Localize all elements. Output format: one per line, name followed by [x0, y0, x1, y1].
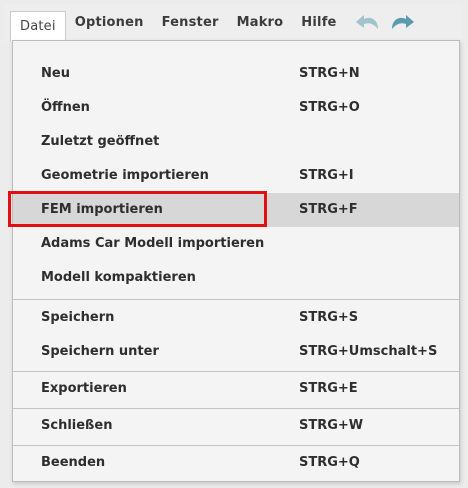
menu-item-label: Speichern unter — [41, 344, 159, 359]
menu-item-shortcut: STRG+S — [299, 310, 359, 325]
menu-item-label: Beenden — [41, 455, 106, 470]
menu-item-shortcut: STRG+E — [299, 381, 358, 396]
datei-dropdown-menu: Neu STRG+N Öffnen STRG+O Zuletzt geöffne… — [8, 40, 460, 482]
menu-item-zuletzt-geoeffnet[interactable]: Zuletzt geöffnet — [13, 125, 459, 159]
menu-bar: Datei Optionen Fenster Makro Hilfe — [4, 4, 462, 42]
menu-item-shortcut: STRG+W — [299, 418, 364, 433]
menu-item-label: Zuletzt geöffnet — [41, 134, 160, 149]
menu-fenster[interactable]: Fenster — [153, 9, 228, 37]
menu-item-shortcut: STRG+Umschalt+S — [299, 344, 438, 359]
menu-item-adams-car-modell-importieren[interactable]: Adams Car Modell importieren — [13, 227, 459, 261]
menu-item-label: Geometrie importieren — [41, 168, 209, 183]
menu-item-schliessen[interactable]: Schließen STRG+W — [13, 409, 459, 443]
menu-item-modell-kompaktieren[interactable]: Modell kompaktieren — [13, 261, 459, 295]
menu-item-shortcut: STRG+I — [299, 168, 354, 183]
menu-item-label: Öffnen — [41, 100, 90, 115]
menu-item-shortcut: STRG+O — [299, 100, 360, 115]
menu-makro[interactable]: Makro — [228, 9, 293, 37]
menu-separator — [13, 299, 459, 300]
menu-hilfe[interactable]: Hilfe — [292, 9, 345, 37]
menu-item-label: Modell kompaktieren — [41, 270, 196, 285]
redo-icon[interactable] — [388, 13, 416, 33]
undo-redo-group — [354, 13, 416, 33]
menu-optionen[interactable]: Optionen — [66, 9, 153, 37]
menu-item-shortcut: STRG+Q — [299, 455, 360, 470]
menu-item-fem-importieren[interactable]: FEM importieren STRG+F — [8, 191, 459, 227]
menu-datei[interactable]: Datei — [10, 10, 66, 42]
undo-icon[interactable] — [354, 13, 382, 33]
menu-item-exportieren[interactable]: Exportieren STRG+E — [13, 372, 459, 406]
menu-item-label: Adams Car Modell importieren — [41, 236, 265, 251]
application-window: Datei Optionen Fenster Makro Hilfe Neu S… — [0, 0, 468, 488]
menu-item-oeffnen[interactable]: Öffnen STRG+O — [13, 91, 459, 125]
menu-item-label: Speichern — [41, 310, 115, 325]
menu-item-speichern-unter[interactable]: Speichern unter STRG+Umschalt+S — [13, 335, 459, 369]
menu-item-geometrie-importieren[interactable]: Geometrie importieren STRG+I — [13, 159, 459, 193]
menu-item-neu[interactable]: Neu STRG+N — [13, 57, 459, 91]
menu-item-label: Neu — [41, 66, 70, 81]
menu-item-label: Schließen — [41, 418, 113, 433]
menu-item-shortcut: STRG+F — [299, 202, 358, 217]
menu-item-beenden[interactable]: Beenden STRG+Q — [13, 446, 459, 480]
menu-item-shortcut: STRG+N — [299, 66, 360, 81]
menu-item-speichern[interactable]: Speichern STRG+S — [13, 301, 459, 335]
menu-item-label: FEM importieren — [41, 202, 163, 217]
menu-item-label: Exportieren — [41, 381, 127, 396]
